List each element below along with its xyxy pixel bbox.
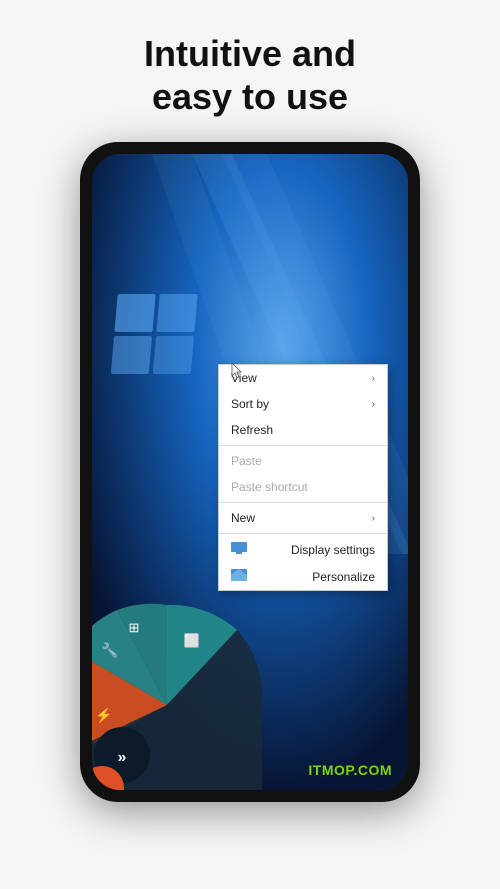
menu-item-paste-shortcut-label: Paste shortcut	[231, 480, 308, 494]
menu-item-sortby-label: Sort by	[231, 397, 269, 411]
menu-item-refresh-label: Refresh	[231, 423, 273, 437]
svg-text:⊞: ⊞	[129, 620, 140, 635]
svg-text:⚡: ⚡	[95, 707, 112, 724]
menu-item-new-label: New	[231, 511, 255, 525]
menu-item-paste-label: Paste	[231, 454, 262, 468]
menu-item-new[interactable]: New ›	[219, 505, 387, 531]
menu-item-view-arrow: ›	[372, 373, 375, 384]
watermark: ITMOP.COM	[308, 762, 392, 778]
phone-wrapper: View › Sort by › Refresh Paste Paste sho…	[0, 142, 500, 802]
menu-item-paste-shortcut: Paste shortcut	[219, 474, 387, 500]
menu-separator-1	[219, 445, 387, 446]
svg-text:✕: ✕	[96, 782, 108, 790]
menu-item-personalize-label: Personalize	[312, 570, 375, 584]
title-line1: Intuitive and	[144, 33, 356, 74]
app-header: Intuitive and easy to use	[0, 0, 500, 142]
menu-item-sortby[interactable]: Sort by ›	[219, 391, 387, 417]
menu-item-paste: Paste	[219, 448, 387, 474]
svg-text:⬜: ⬜	[184, 633, 200, 648]
radial-menu-svg: 🔧 ⊞ ⬜ ⚡ » ✕	[92, 600, 272, 790]
menu-item-new-arrow: ›	[372, 513, 375, 524]
menu-item-sortby-arrow: ›	[372, 399, 375, 410]
display-settings-icon	[231, 542, 247, 557]
svg-text:🔧: 🔧	[101, 641, 118, 659]
personalize-icon	[231, 569, 247, 584]
title-line2: easy to use	[152, 76, 348, 117]
phone-frame: View › Sort by › Refresh Paste Paste sho…	[80, 142, 420, 802]
menu-item-refresh[interactable]: Refresh	[219, 417, 387, 443]
context-menu: View › Sort by › Refresh Paste Paste sho…	[218, 364, 388, 591]
menu-item-display-settings-label: Display settings	[291, 543, 375, 557]
cursor-icon	[231, 362, 245, 380]
menu-item-display-settings[interactable]: Display settings	[219, 536, 387, 563]
menu-item-personalize[interactable]: Personalize	[219, 563, 387, 590]
svg-text:»: »	[118, 749, 127, 766]
menu-separator-3	[219, 533, 387, 534]
header-title: Intuitive and easy to use	[40, 32, 460, 118]
menu-separator-2	[219, 502, 387, 503]
phone-screen: View › Sort by › Refresh Paste Paste sho…	[92, 154, 408, 790]
